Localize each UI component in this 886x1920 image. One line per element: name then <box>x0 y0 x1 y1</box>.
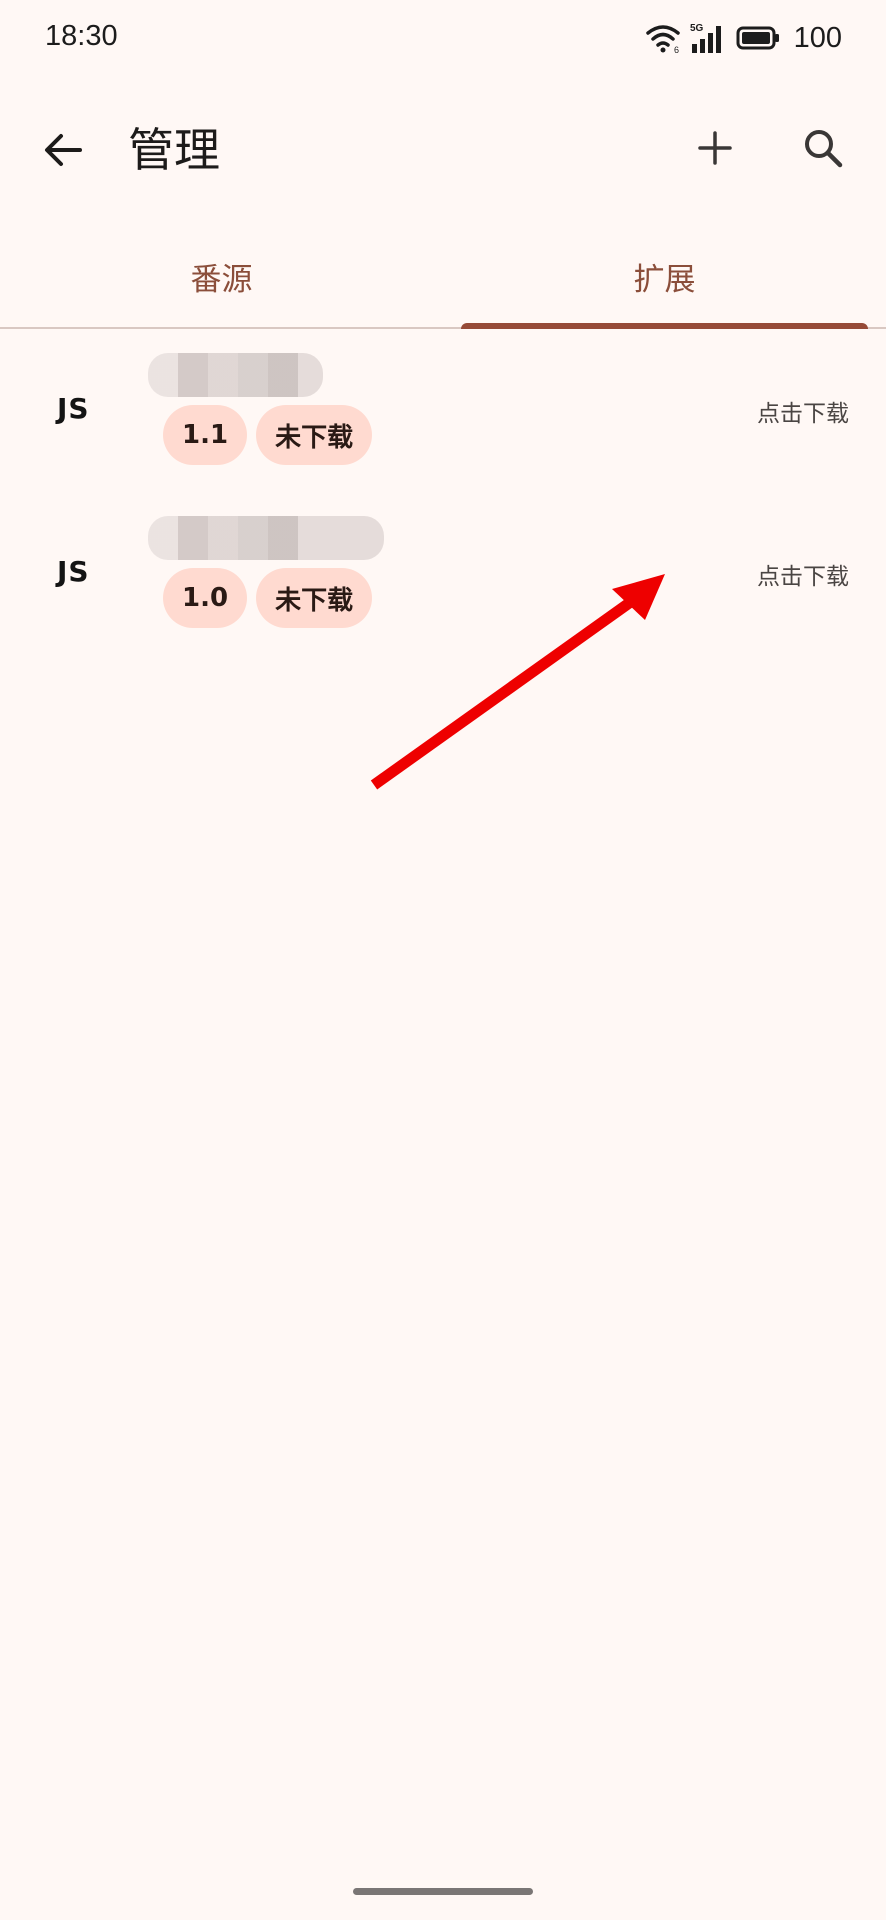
plus-icon <box>698 131 732 165</box>
network-type: 5G <box>690 23 704 34</box>
version-chip: 1.0 <box>163 568 248 628</box>
redacted-name <box>148 516 384 560</box>
search-button[interactable] <box>793 118 853 178</box>
redacted-name <box>148 353 323 397</box>
version-chip: 1.1 <box>163 405 248 465</box>
tab-bar: 番源 扩展 <box>0 226 886 329</box>
page-title: 管理 <box>128 123 220 177</box>
search-icon <box>805 130 843 168</box>
tab-indicator <box>461 323 868 329</box>
tab-extensions[interactable]: 扩展 <box>443 226 886 327</box>
battery-level: 100 <box>793 21 842 54</box>
chip-row: 1.0 未下载 <box>163 568 373 628</box>
cellular-signal-icon: 5G <box>690 23 721 53</box>
status-chip: 未下载 <box>256 405 373 465</box>
list-item[interactable]: JS 1.0 未下载 点击下载 <box>0 493 886 653</box>
back-button[interactable] <box>33 120 93 180</box>
status-bar: 18:30 6 5G 100 <box>0 0 886 76</box>
gesture-bar[interactable] <box>353 1888 533 1895</box>
tab-sources[interactable]: 番源 <box>0 226 443 327</box>
js-badge: JS <box>57 555 90 588</box>
status-time: 18:30 <box>45 20 118 52</box>
chip-row: 1.1 未下载 <box>163 405 373 465</box>
arrow-back-icon <box>45 134 82 166</box>
list-item[interactable]: JS 1.1 未下载 点击下载 <box>0 330 886 490</box>
download-link[interactable]: 点击下载 <box>757 557 849 591</box>
app-bar: 管理 <box>0 90 886 206</box>
battery-icon <box>736 26 779 50</box>
status-icons: 6 5G 100 <box>645 18 842 58</box>
add-button[interactable] <box>685 118 745 178</box>
download-link[interactable]: 点击下载 <box>757 394 849 428</box>
status-chip: 未下载 <box>256 568 373 628</box>
wifi-badge: 6 <box>674 45 679 53</box>
wifi-icon: 6 <box>645 25 680 53</box>
js-badge: JS <box>57 392 90 425</box>
